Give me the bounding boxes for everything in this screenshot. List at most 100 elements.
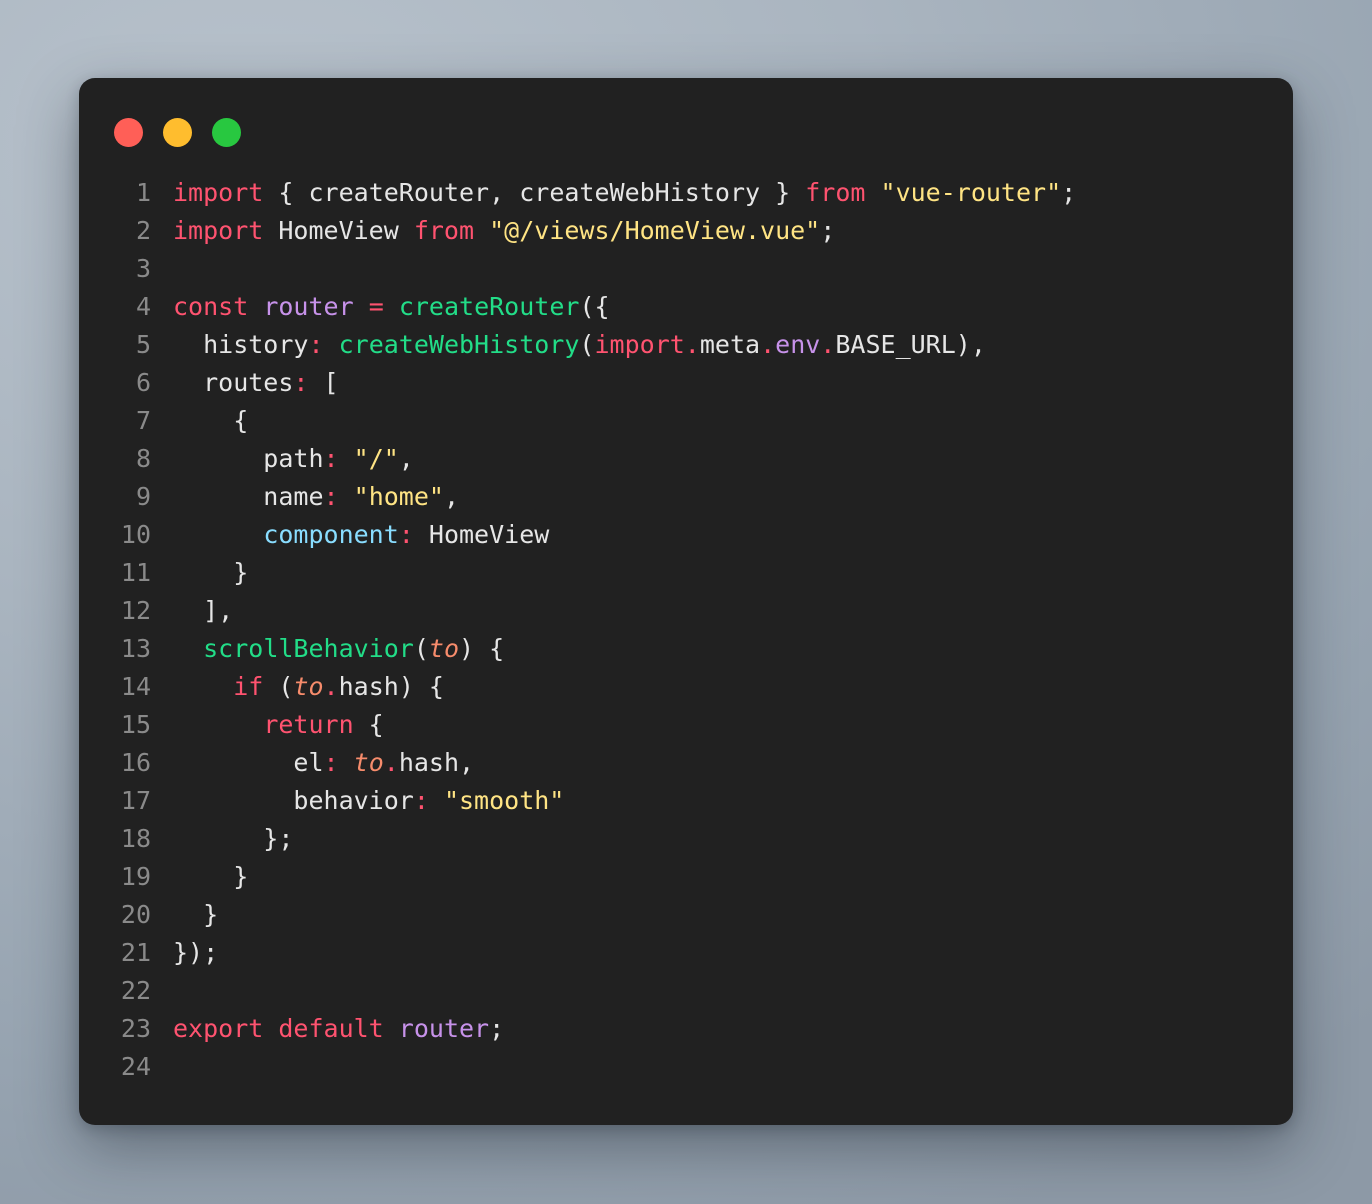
code-token-op: : (398, 520, 414, 549)
code-token-op: . (323, 672, 339, 701)
code-token-var: router (263, 292, 354, 321)
code-line-row: 17 behavior: "smooth" (79, 782, 1293, 820)
code-token-plain: path (173, 444, 324, 473)
code-line-content[interactable]: history: createWebHistory(import.meta.en… (173, 326, 1293, 364)
code-token-punc: }); (173, 938, 219, 967)
code-token-punc: }; (173, 824, 294, 853)
code-token-plain: el (173, 748, 324, 777)
code-token-var: env (775, 330, 821, 359)
code-line-content[interactable]: { (173, 402, 1293, 440)
code-token-plain: createRouter (293, 178, 490, 207)
code-lines-body: 1 import { createRouter, createWebHistory… (79, 174, 1293, 1086)
code-token-plain: meta (699, 330, 761, 359)
code-line-row: 9 name: "home", (79, 478, 1293, 516)
code-line-row: 3 (79, 250, 1293, 288)
line-number: 6 (135, 368, 151, 397)
code-line-content[interactable]: } (173, 858, 1293, 896)
line-number: 4 (135, 292, 151, 321)
line-number: 9 (135, 482, 151, 511)
code-token-punc: } (173, 862, 249, 891)
code-line-row: 12 ], (79, 592, 1293, 630)
code-token-param: to (293, 672, 324, 701)
code-token-plain: history (173, 330, 309, 359)
code-token-punc: ), (955, 330, 986, 359)
code-token-punc: } (173, 558, 249, 587)
code-token-punc: ) { (459, 634, 505, 663)
code-line-row: 5 history: createWebHistory(import.meta.… (79, 326, 1293, 364)
code-token-op: : (323, 482, 339, 511)
code-token-op: . (820, 330, 836, 359)
code-token-str: "@/views/HomeView.vue" (489, 216, 821, 245)
code-line-content[interactable] (173, 1048, 1293, 1086)
line-number: 12 (120, 596, 151, 625)
code-token-punc: ; (489, 1014, 505, 1043)
line-number: 17 (120, 786, 151, 815)
code-token-kw: from (805, 178, 866, 207)
line-number: 14 (120, 672, 151, 701)
code-token-punc: } (775, 178, 791, 207)
code-line-content[interactable] (173, 250, 1293, 288)
minimize-button-icon[interactable] (163, 118, 192, 147)
code-line-content[interactable] (173, 972, 1293, 1010)
code-line-content[interactable]: if (to.hash) { (173, 668, 1293, 706)
code-token-op: : (293, 368, 309, 397)
code-token-op: : (323, 748, 339, 777)
close-button-icon[interactable] (114, 118, 143, 147)
code-token-fn: createWebHistory (338, 330, 580, 359)
code-line-content[interactable]: export default router; (173, 1010, 1293, 1048)
traffic-light-controls (114, 118, 241, 147)
code-token-punc: , (443, 482, 460, 511)
code-line-content[interactable]: el: to.hash, (173, 744, 1293, 782)
code-line-row: 11 } (79, 554, 1293, 592)
code-line-row: 10 component: HomeView (79, 516, 1293, 554)
code-line-content[interactable]: component: HomeView (173, 516, 1293, 554)
code-token-fn: createRouter (398, 292, 580, 321)
code-line-content[interactable]: } (173, 554, 1293, 592)
code-line-content[interactable]: const router = createRouter({ (173, 288, 1293, 326)
code-line-content[interactable]: }; (173, 820, 1293, 858)
window-titlebar (79, 78, 1293, 174)
code-window: 1 import { createRouter, createWebHistory… (79, 78, 1293, 1125)
code-token-kw: return (263, 710, 354, 739)
code-line-content[interactable]: } (173, 896, 1293, 934)
code-line-row: 22 (79, 972, 1293, 1010)
code-token-param: to (353, 748, 384, 777)
code-line-content[interactable]: import { createRouter, createWebHistory … (173, 174, 1293, 212)
code-token-punc: ( (579, 330, 595, 359)
code-line-content[interactable]: path: "/", (173, 440, 1293, 478)
code-token-str: "smooth" (443, 786, 565, 815)
code-token-plain: name (173, 482, 324, 511)
code-token-op: . (684, 330, 700, 359)
line-number: 16 (120, 748, 151, 777)
code-line-row: 15 return { (79, 706, 1293, 744)
code-line-content[interactable]: routes: [ (173, 364, 1293, 402)
code-line-content[interactable]: }); (173, 934, 1293, 972)
code-token-kw: from (413, 216, 475, 245)
maximize-button-icon[interactable] (212, 118, 241, 147)
code-token-punc: ; (1061, 178, 1077, 207)
code-line-content[interactable]: ], (173, 592, 1293, 630)
code-token-plain: BASE_URL (835, 330, 956, 359)
code-token-punc: ) { (398, 672, 444, 701)
code-token-plain: behavior (173, 786, 414, 815)
code-line-content[interactable]: return { (173, 706, 1293, 744)
code-token-op: : (323, 444, 339, 473)
line-number: 10 (120, 520, 151, 549)
code-editor-area[interactable]: 1 import { createRouter, createWebHistory… (79, 174, 1293, 1125)
code-line-content[interactable]: behavior: "smooth" (173, 782, 1293, 820)
code-token-kw: import (173, 178, 264, 207)
code-token-plain: hash (338, 672, 399, 701)
code-token-punc: ( (263, 672, 294, 701)
code-line-row: 7 { (79, 402, 1293, 440)
code-token-punc: ( (413, 634, 429, 663)
code-line-content[interactable]: name: "home", (173, 478, 1293, 516)
code-line-content[interactable]: import HomeView from "@/views/HomeView.v… (173, 212, 1293, 250)
code-line-content[interactable]: scrollBehavior(to) { (173, 630, 1293, 668)
